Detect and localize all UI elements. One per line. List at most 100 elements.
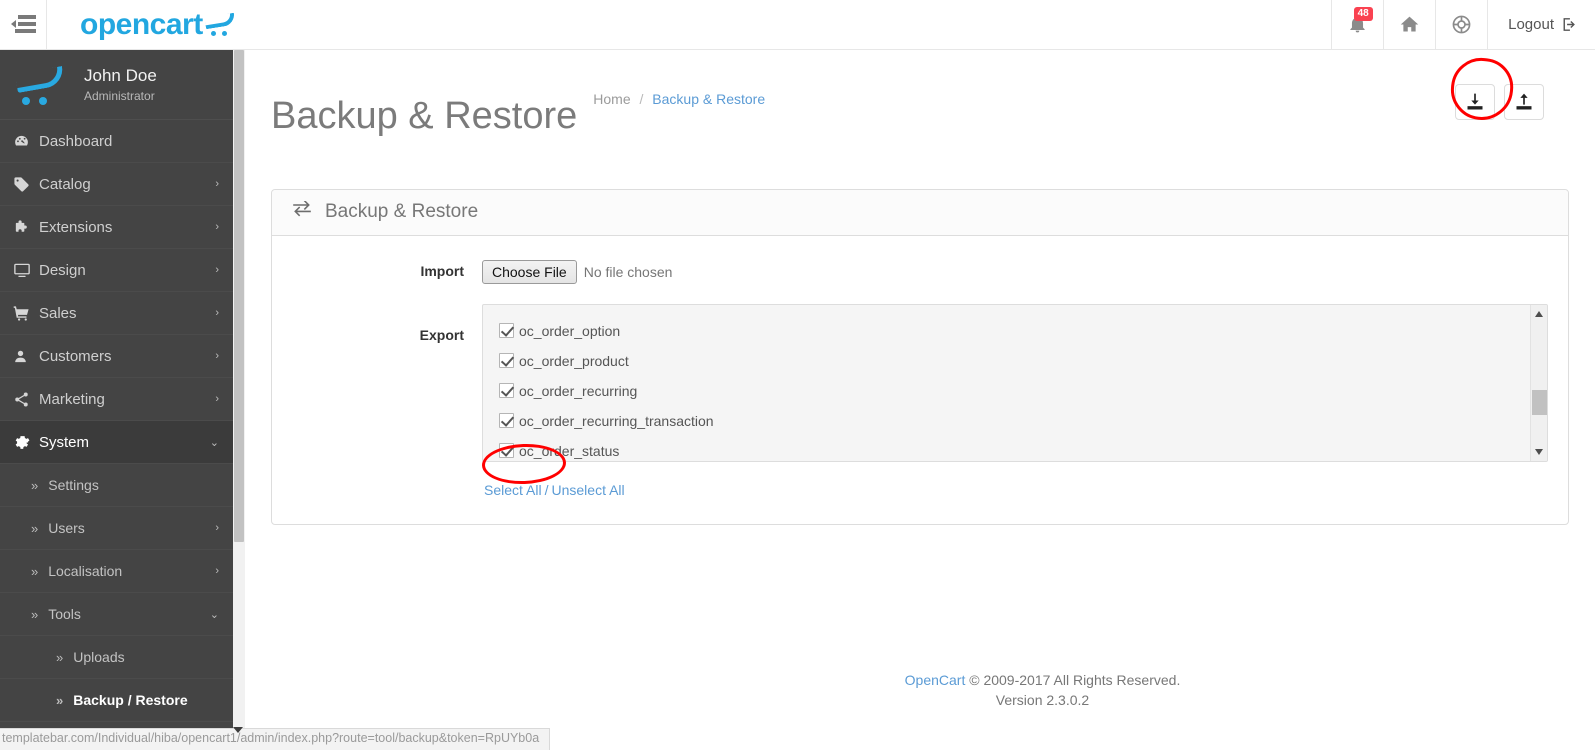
sidebar-item-backup-restore[interactable]: » Backup / Restore <box>0 679 233 722</box>
import-button[interactable] <box>1504 84 1544 120</box>
exchange-arrows-icon <box>292 200 312 223</box>
notifications-button[interactable]: 48 <box>1331 0 1383 49</box>
main-content: Backup & Restore Home / Backup & Restore <box>245 50 1595 750</box>
sidebar-item-dashboard[interactable]: Dashboard <box>0 120 233 163</box>
sidebar-item-sales[interactable]: Sales › <box>0 292 233 335</box>
export-table-list-inner: oc_order_option oc_order_product oc_orde… <box>483 305 1547 461</box>
sidebar-item-catalog[interactable]: Catalog › <box>0 163 233 206</box>
footer: OpenCart © 2009-2017 All Rights Reserved… <box>490 670 1595 711</box>
table-name: oc_order_option <box>519 322 621 339</box>
shopping-cart-icon <box>13 305 39 322</box>
export-list-scrollbar[interactable] <box>1530 304 1547 461</box>
opencart-link[interactable]: OpenCart <box>905 672 966 688</box>
checkbox[interactable] <box>499 353 514 369</box>
sidebar-item-label: Users <box>48 520 85 536</box>
panel-header: Backup & Restore <box>272 189 1568 236</box>
panel-body: Import Choose File No file chosen Export… <box>272 236 1568 524</box>
logout-icon <box>1563 18 1575 31</box>
sidebar-item-label: Extensions <box>39 218 113 236</box>
double-chevron-icon: » <box>31 520 39 536</box>
breadcrumb-current[interactable]: Backup & Restore <box>652 91 765 107</box>
choose-file-button[interactable]: Choose File <box>482 259 577 284</box>
select-links-separator: / <box>544 481 549 498</box>
list-item[interactable]: oc_order_status <box>499 436 1547 461</box>
scroll-up-arrow-icon[interactable] <box>1535 310 1543 317</box>
export-table-list[interactable]: oc_order_option oc_order_product oc_orde… <box>482 303 1548 462</box>
caret-icon: › <box>215 565 219 577</box>
sidebar-item-label: Sales <box>39 304 77 322</box>
logout-button[interactable]: Logout <box>1487 0 1595 49</box>
table-name: oc_order_status <box>519 442 620 459</box>
backup-restore-panel: Backup & Restore Import Choose File No f… <box>271 188 1569 525</box>
caret-icon: › <box>215 393 219 405</box>
sidebar-item-label: Marketing <box>39 390 105 408</box>
user-name: John Doe <box>84 66 157 86</box>
caret-icon: › <box>215 264 219 276</box>
select-all-link[interactable]: Select All <box>484 482 542 498</box>
table-name: oc_order_product <box>519 352 629 369</box>
list-item[interactable]: oc_order_option <box>499 316 1547 346</box>
caret-icon: › <box>215 221 219 233</box>
double-chevron-icon: » <box>56 649 64 665</box>
brand-logo-text: opencart <box>80 7 203 41</box>
lifebuoy-icon <box>1452 15 1471 34</box>
sidebar-item-label: Uploads <box>73 649 125 665</box>
sidebar-item-label: System <box>39 433 90 451</box>
table-name: oc_order_recurring <box>519 382 638 399</box>
sidebar-item-system[interactable]: System ⌄ <box>0 421 233 464</box>
sidebar-item-label: Backup / Restore <box>73 692 188 708</box>
export-button[interactable] <box>1455 84 1495 120</box>
table-name: oc_order_recurring_transaction <box>519 412 714 429</box>
tag-icon <box>13 176 39 193</box>
import-file-input[interactable]: Choose File No file chosen <box>482 258 672 284</box>
export-list-scrollbar-thumb[interactable] <box>1532 389 1547 415</box>
sidebar-item-label: Customers <box>39 347 112 365</box>
storefront-home-button[interactable] <box>1383 0 1435 49</box>
list-item[interactable]: oc_order_product <box>499 346 1547 376</box>
notification-count-badge: 48 <box>1353 7 1373 21</box>
select-links: Select All / Unselect All <box>482 482 1548 498</box>
sidebar-item-design[interactable]: Design › <box>0 249 233 292</box>
monitor-icon <box>13 261 39 279</box>
caret-icon: › <box>215 307 219 319</box>
browser-status-bar: templatebar.com/Individual/hiba/opencart… <box>0 728 551 750</box>
brand-logo[interactable]: opencart <box>47 0 237 49</box>
sidebar-item-customers[interactable]: Customers › <box>0 335 233 378</box>
sidebar-item-localisation[interactable]: » Localisation › <box>0 550 233 593</box>
sidebar-toggle-button[interactable] <box>0 0 47 49</box>
checkbox[interactable] <box>499 383 514 399</box>
sidebar-item-extensions[interactable]: Extensions › <box>0 206 233 249</box>
user-role: Administrator <box>84 88 155 103</box>
page-title: Backup & Restore <box>271 95 578 138</box>
double-chevron-icon: » <box>56 692 64 708</box>
sidebar-item-uploads[interactable]: » Uploads <box>0 636 233 679</box>
sidebar-item-label: Design <box>39 261 86 279</box>
puzzle-icon <box>13 219 39 236</box>
sidebar-scrollbar-thumb[interactable] <box>234 50 244 542</box>
opencart-cart-icon <box>203 12 237 37</box>
logout-label: Logout <box>1508 16 1554 33</box>
sidebar-item-users[interactable]: » Users › <box>0 507 233 550</box>
file-status-text: No file chosen <box>583 263 673 280</box>
sidebar-toggle-icon <box>10 15 36 34</box>
breadcrumb-home[interactable]: Home <box>593 91 630 107</box>
sidebar-item-settings[interactable]: » Settings <box>0 464 233 507</box>
sidebar-item-marketing[interactable]: Marketing › <box>0 378 233 421</box>
avatar <box>14 64 72 106</box>
checkbox[interactable] <box>499 323 514 339</box>
scroll-down-arrow-icon[interactable] <box>1535 448 1543 455</box>
gear-icon <box>13 434 39 451</box>
list-item[interactable]: oc_order_recurring <box>499 376 1547 406</box>
list-item[interactable]: oc_order_recurring_transaction <box>499 406 1547 436</box>
sidebar-scrollbar[interactable] <box>233 50 245 750</box>
sidebar-item-label: Catalog <box>39 175 91 193</box>
sidebar-item-tools[interactable]: » Tools ⌄ <box>0 593 233 636</box>
checkbox[interactable] <box>499 413 514 429</box>
unselect-all-link[interactable]: Unselect All <box>551 482 624 498</box>
sidebar-item-label: Localisation <box>48 563 123 579</box>
sidebar-item-label: Dashboard <box>39 132 113 150</box>
help-button[interactable] <box>1435 0 1487 49</box>
footer-copyright-line: OpenCart © 2009-2017 All Rights Reserved… <box>490 670 1595 690</box>
double-chevron-icon: » <box>31 606 39 622</box>
checkbox[interactable] <box>499 443 514 459</box>
